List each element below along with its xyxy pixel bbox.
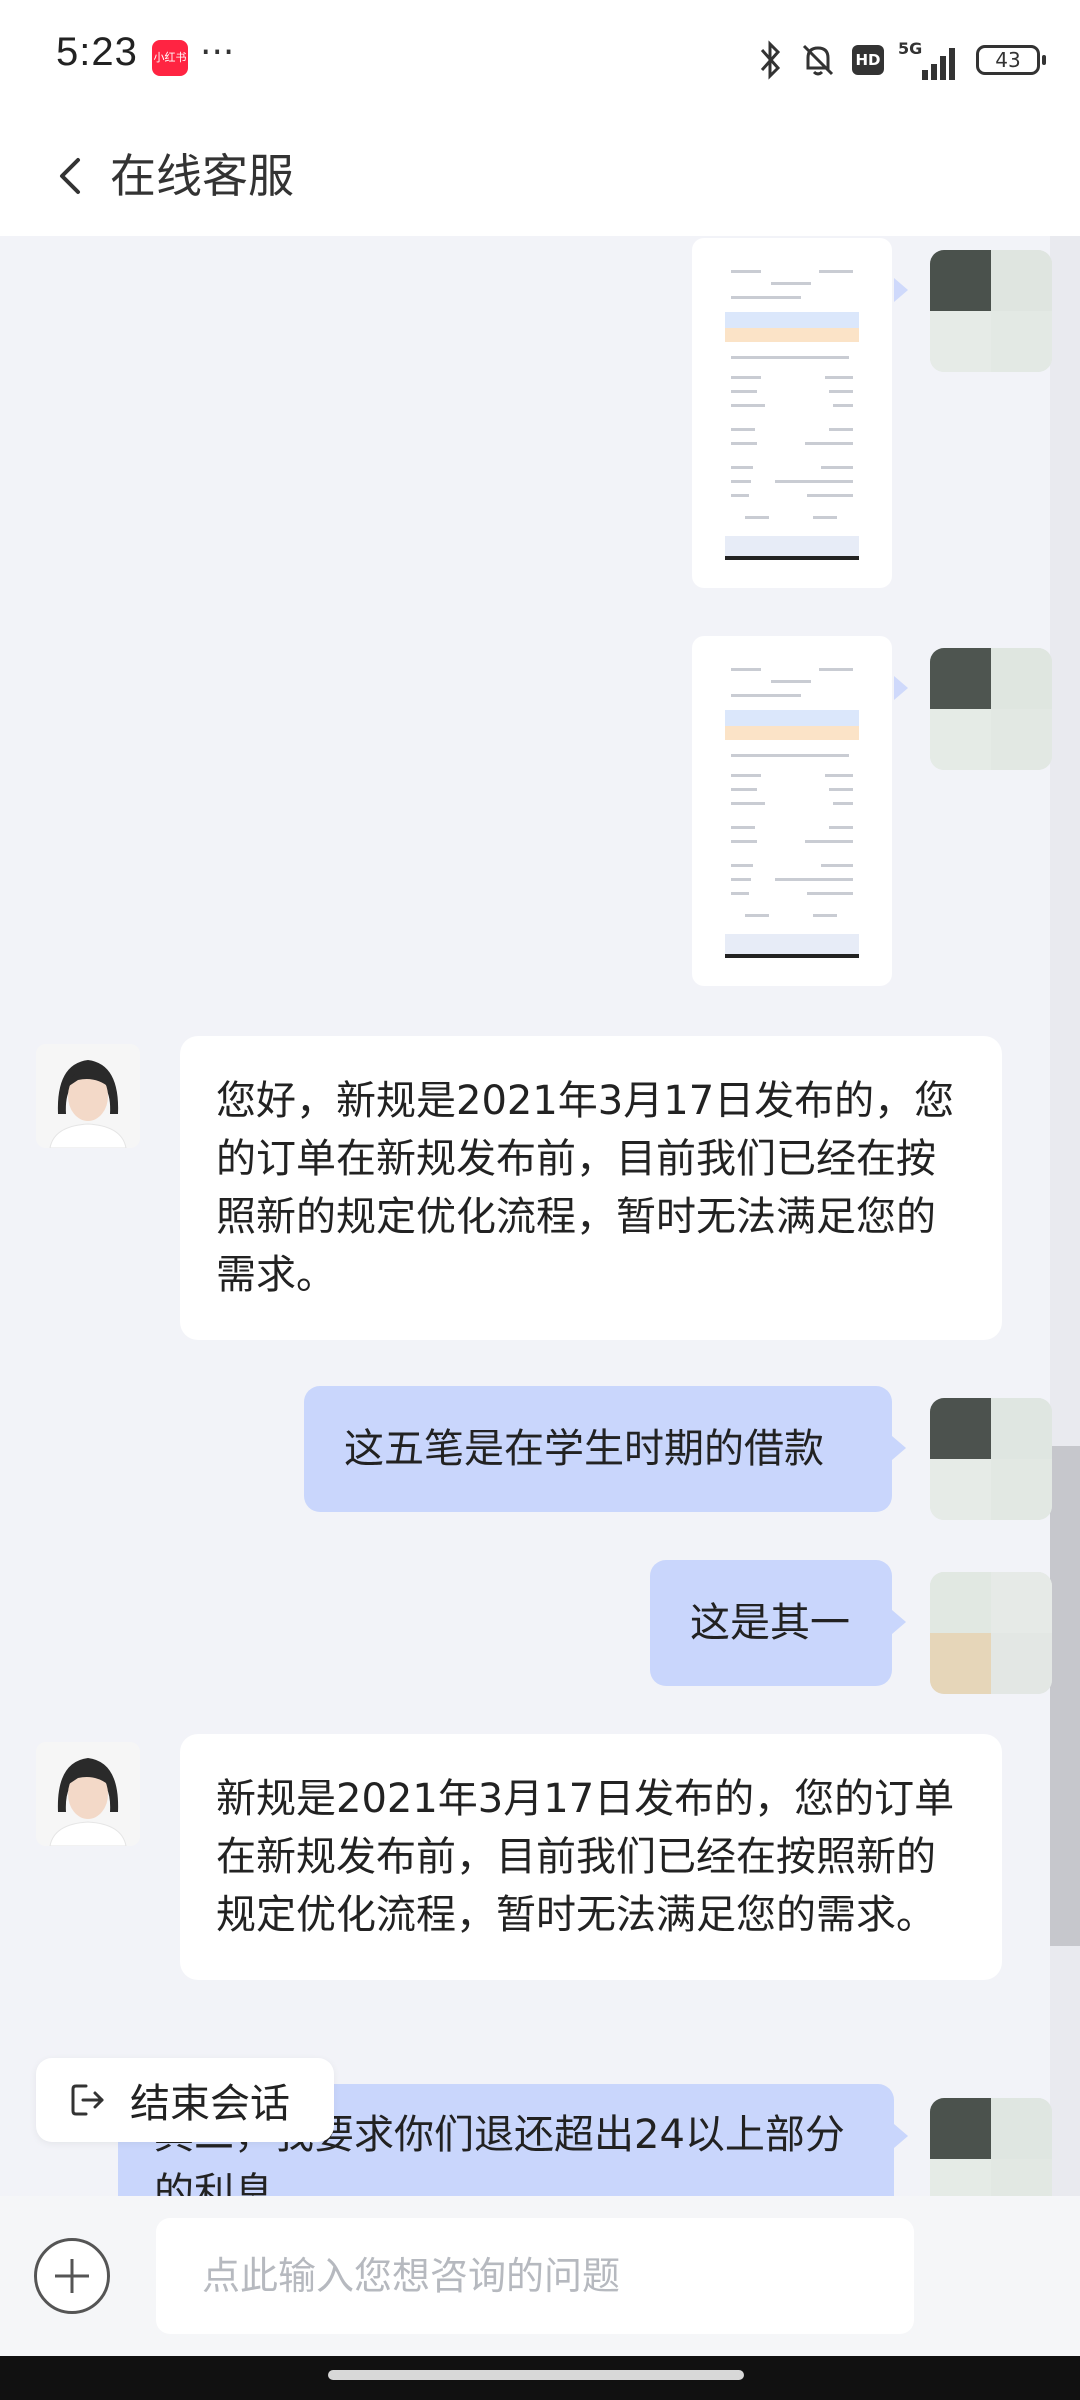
system-navigation-bar [0, 2356, 1080, 2400]
end-session-label: 结束会话 [130, 2081, 290, 2127]
agent-avatar[interactable] [36, 1742, 140, 1846]
end-session-button[interactable]: 结束会话 [36, 2058, 334, 2142]
status-time: 5:23 [56, 30, 138, 74]
more-notifications-icon: ··· [200, 32, 235, 73]
user-avatar[interactable] [930, 2098, 1052, 2196]
user-avatar[interactable] [930, 250, 1052, 372]
agent-portrait-icon [36, 1044, 140, 1148]
bubble-tail [894, 2124, 908, 2148]
agent-portrait-icon [36, 1742, 140, 1846]
status-indicators: HD 5G 43 [742, 36, 1046, 84]
xiaohongshu-app-icon: 小红书 [152, 40, 188, 76]
chat-message-list[interactable]: 您好，新规是2021年3月17日发布的，您的订单在新规发布前，目前我们已经在按照… [0, 236, 1080, 2196]
agent-message: 新规是2021年3月17日发布的，您的订单在新规发布前，目前我们已经在按照新的规… [180, 1734, 1002, 1980]
input-bar [0, 2196, 1080, 2356]
hd-voice-icon: HD [852, 45, 884, 75]
screenshot-thumbnail [725, 664, 859, 958]
bubble-tail [894, 676, 908, 700]
user-avatar[interactable] [930, 648, 1052, 770]
user-avatar[interactable] [930, 1572, 1052, 1694]
scrollbar-thumb[interactable] [1050, 1446, 1080, 1946]
exit-icon [71, 2084, 104, 2116]
bluetooth-icon [760, 40, 781, 80]
home-gesture-handle[interactable] [328, 2370, 744, 2380]
bubble-tail [894, 278, 908, 302]
user-avatar[interactable] [930, 1398, 1052, 1520]
battery-icon: 43 [976, 45, 1046, 75]
signal-bars-icon [922, 48, 955, 80]
user-message: 这是其一 [650, 1560, 892, 1686]
back-arrow-icon[interactable] [50, 146, 90, 206]
bubble-tail [892, 1436, 906, 1460]
message-input[interactable] [156, 2218, 914, 2334]
bubble-tail [892, 1610, 906, 1634]
user-message: 这五笔是在学生时期的借款 [304, 1386, 892, 1512]
image-message[interactable] [692, 238, 892, 588]
screenshot-thumbnail [725, 266, 859, 560]
cellular-signal-icon: 5G [898, 40, 962, 80]
mute-bell-icon [802, 44, 834, 76]
nav-bar: 在线客服 [0, 120, 1080, 236]
user-message-text: 这是其一 [690, 1600, 850, 1646]
add-attachment-button[interactable] [34, 2238, 110, 2314]
agent-message: 您好，新规是2021年3月17日发布的，您的订单在新规发布前，目前我们已经在按照… [180, 1036, 1002, 1340]
page-title: 在线客服 [110, 149, 294, 203]
image-message[interactable] [692, 636, 892, 986]
agent-avatar[interactable] [36, 1044, 140, 1148]
status-bar: 5:23 小红书 ··· HD 5G 43 [0, 0, 1080, 120]
user-message-text: 这五笔是在学生时期的借款 [344, 1426, 824, 1472]
agent-message-text: 新规是2021年3月17日发布的，您的订单在新规发布前，目前我们已经在按照新的规… [216, 1776, 955, 1938]
agent-message-text: 您好，新规是2021年3月17日发布的，您的订单在新规发布前，目前我们已经在按照… [216, 1078, 955, 1298]
